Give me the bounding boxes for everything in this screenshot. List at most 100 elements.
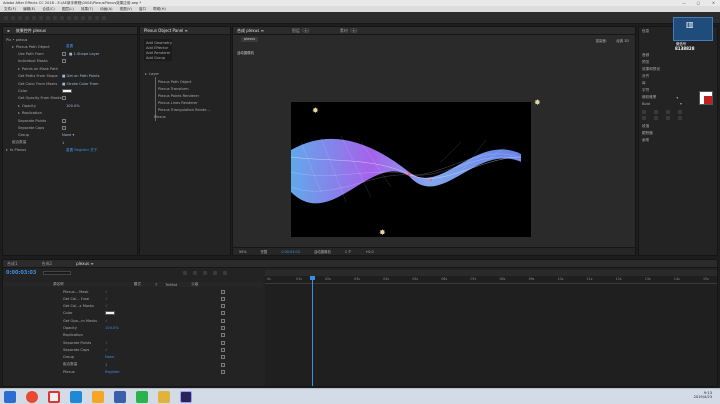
panel-brushes[interactable]: 画笔 [639, 138, 717, 143]
roto-tool-icon[interactable] [95, 16, 99, 20]
property-checkbox[interactable] [62, 118, 66, 123]
pen-tool-icon[interactable] [60, 16, 64, 20]
timeline-property-row[interactable]: Separate Caps ✓ [3, 347, 263, 352]
rectangle-tool-icon[interactable] [53, 16, 57, 20]
effect-property-row[interactable]: Get Opacity From Masks [3, 96, 137, 101]
chrome-icon[interactable] [48, 391, 60, 403]
effect-property-row[interactable]: Group None ▾ [3, 133, 137, 138]
camera-light-icon[interactable]: ✸ [312, 106, 319, 115]
effect-property-row[interactable]: Color [3, 88, 137, 93]
pan-tool-icon[interactable] [46, 16, 50, 20]
timeline-property-row[interactable]: Get Col... Fuse ✓ [3, 296, 263, 301]
add-group-item[interactable]: Add Group [144, 55, 172, 60]
effect-property-row[interactable]: Points on Mask Path [3, 66, 137, 71]
effect-property-row[interactable]: Separate Caps [3, 125, 137, 130]
timeline-property-row[interactable]: Opacity 100.0% [3, 326, 263, 331]
timeline-tab-comp2[interactable]: 合成2 [42, 261, 53, 267]
playhead[interactable] [312, 276, 314, 386]
puppet-tool-icon[interactable] [102, 16, 106, 20]
twirl-triangle-icon[interactable] [18, 104, 20, 107]
media-icon[interactable] [92, 391, 104, 403]
menu-composition[interactable]: 合成(C) [42, 7, 55, 12]
panel-paragraph[interactable]: 段落 [639, 124, 717, 129]
panel-audio[interactable]: 音频 [639, 53, 717, 58]
timeline-property-value[interactable]: ✓ [105, 297, 108, 301]
menu-view[interactable]: 视图(V) [119, 7, 131, 12]
panel-align[interactable]: 对齐 [639, 74, 717, 79]
col-mode[interactable]: 模式 [134, 282, 141, 287]
tree-item-triangulation-renderer[interactable]: Plexus Triangulation Rende... [140, 107, 230, 112]
plexus-tree-root[interactable]: Layer [140, 71, 230, 76]
tree-item-path-object[interactable]: Plexus Path Object [140, 79, 230, 84]
timeline-property-row[interactable]: Get Opa...m Masks ✓ [3, 318, 263, 323]
twirl-triangle-icon[interactable] [12, 45, 14, 48]
timeline-property-value[interactable]: 100.0% [105, 326, 119, 330]
eraser-tool-icon[interactable] [88, 16, 92, 20]
effect-property-row[interactable]: fx Plexus 重置 Register 关于 [3, 148, 137, 153]
property-checkbox[interactable] [62, 51, 66, 56]
effect-property-row[interactable]: Replication [3, 111, 137, 116]
layer-tab[interactable]: 图层（无） [292, 28, 312, 34]
tree-item-lines-renderer[interactable]: Plexus Lines Renderer [140, 100, 230, 105]
keyframe-toggle[interactable] [221, 311, 225, 316]
light-icon-bottom[interactable]: ✸ [379, 228, 386, 237]
effect-property-row[interactable]: 组合数量 1 [3, 140, 137, 145]
col-t[interactable]: T [155, 283, 157, 287]
effect-property-value[interactable]: 1 [62, 141, 64, 145]
selection-tool-icon[interactable] [11, 16, 15, 20]
effect-property-row[interactable]: Individual Masks [3, 59, 137, 64]
graph-editor-icon[interactable] [223, 271, 227, 275]
keyframe-toggle[interactable] [221, 355, 225, 360]
keyframe-toggle[interactable] [221, 318, 225, 323]
keyframe-toggle[interactable] [221, 362, 225, 367]
timeline-property-row[interactable]: Separate Points ✓ [3, 340, 263, 345]
tree-item-points-renderer[interactable]: Plexus Points Renderer [140, 93, 230, 98]
minimize-button[interactable]: — [682, 1, 686, 5]
effect-property-row[interactable]: Use Path From ■ 1.Shape Layer [3, 51, 137, 56]
frame-blend-icon[interactable] [203, 271, 207, 275]
panel-info[interactable]: 信息 [639, 29, 717, 34]
timeline-property-value[interactable]: Register [105, 370, 120, 374]
twirl-triangle-icon[interactable] [6, 149, 8, 152]
keyframe-toggle[interactable] [221, 326, 225, 330]
camera-tool-icon[interactable] [39, 16, 43, 20]
effect-property-value[interactable]: 100.0% [66, 104, 80, 108]
effect-property-row[interactable]: Get Color From Masks ■ Stroke Color From [3, 81, 137, 86]
playhead-handle[interactable] [310, 276, 316, 280]
timeline-property-row[interactable]: Color [3, 311, 263, 316]
composition-canvas[interactable] [290, 102, 531, 237]
tree-item-transform[interactable]: Plexus Transform [140, 86, 230, 91]
brush-tool-icon[interactable] [74, 16, 78, 20]
camera-dropdown[interactable]: 活动摄像机 [314, 249, 331, 254]
effect-property-row[interactable]: Get Paths From Shape ■ Get on Path Points [3, 74, 137, 79]
menu-help[interactable]: 帮助(H) [153, 7, 166, 12]
menu-animation[interactable]: 动画(A) [100, 7, 112, 12]
project-tab[interactable]: ▪ [7, 28, 10, 33]
effect-property-value[interactable]: ■ 1.Shape Layer [69, 52, 99, 56]
keyframe-toggle[interactable] [221, 340, 225, 345]
plexus-panel-tab[interactable]: Plexus Object Panel ≡ [144, 28, 188, 33]
tree-item-plexus[interactable]: Plexus [140, 114, 230, 119]
maximize-button[interactable]: □ [697, 1, 700, 5]
footage-tab[interactable]: 素材（无） [340, 28, 360, 34]
effect-property-row[interactable]: Plexus Path Object 重置 [3, 44, 137, 49]
twirl-triangle-icon[interactable] [18, 67, 20, 70]
close-button[interactable]: ✕ [712, 1, 715, 5]
timeline-property-row[interactable]: Group None [3, 355, 263, 360]
rotate-tool-icon[interactable] [32, 16, 36, 20]
motion-blur-icon[interactable] [213, 271, 217, 275]
timeline-property-value[interactable]: ✓ [105, 341, 108, 345]
timeline-track-area[interactable]: 0s 01s 02s 03s 04s 05s 06s 07s 08s 09s 10s 11s 12s 13… [265, 270, 717, 386]
stamp-tool-icon[interactable] [81, 16, 85, 20]
color-swatch[interactable] [62, 88, 72, 93]
menu-window[interactable]: 窗口 [139, 7, 146, 12]
panel-library[interactable]: 库 [639, 81, 717, 86]
twirl-triangle-icon[interactable] [18, 112, 20, 115]
timeline-property-row[interactable]: Plexus... Mask ✓ [3, 289, 263, 294]
col-parent[interactable]: 父级 [191, 282, 198, 287]
stroke-color-swatch[interactable] [704, 96, 712, 104]
keyframe-toggle[interactable] [221, 333, 225, 338]
timeline-timecode[interactable]: 0:00:03:03 [6, 270, 36, 276]
effect-property-value[interactable]: ■ Get on Path Points [62, 74, 100, 78]
color-swatch[interactable] [105, 311, 115, 316]
